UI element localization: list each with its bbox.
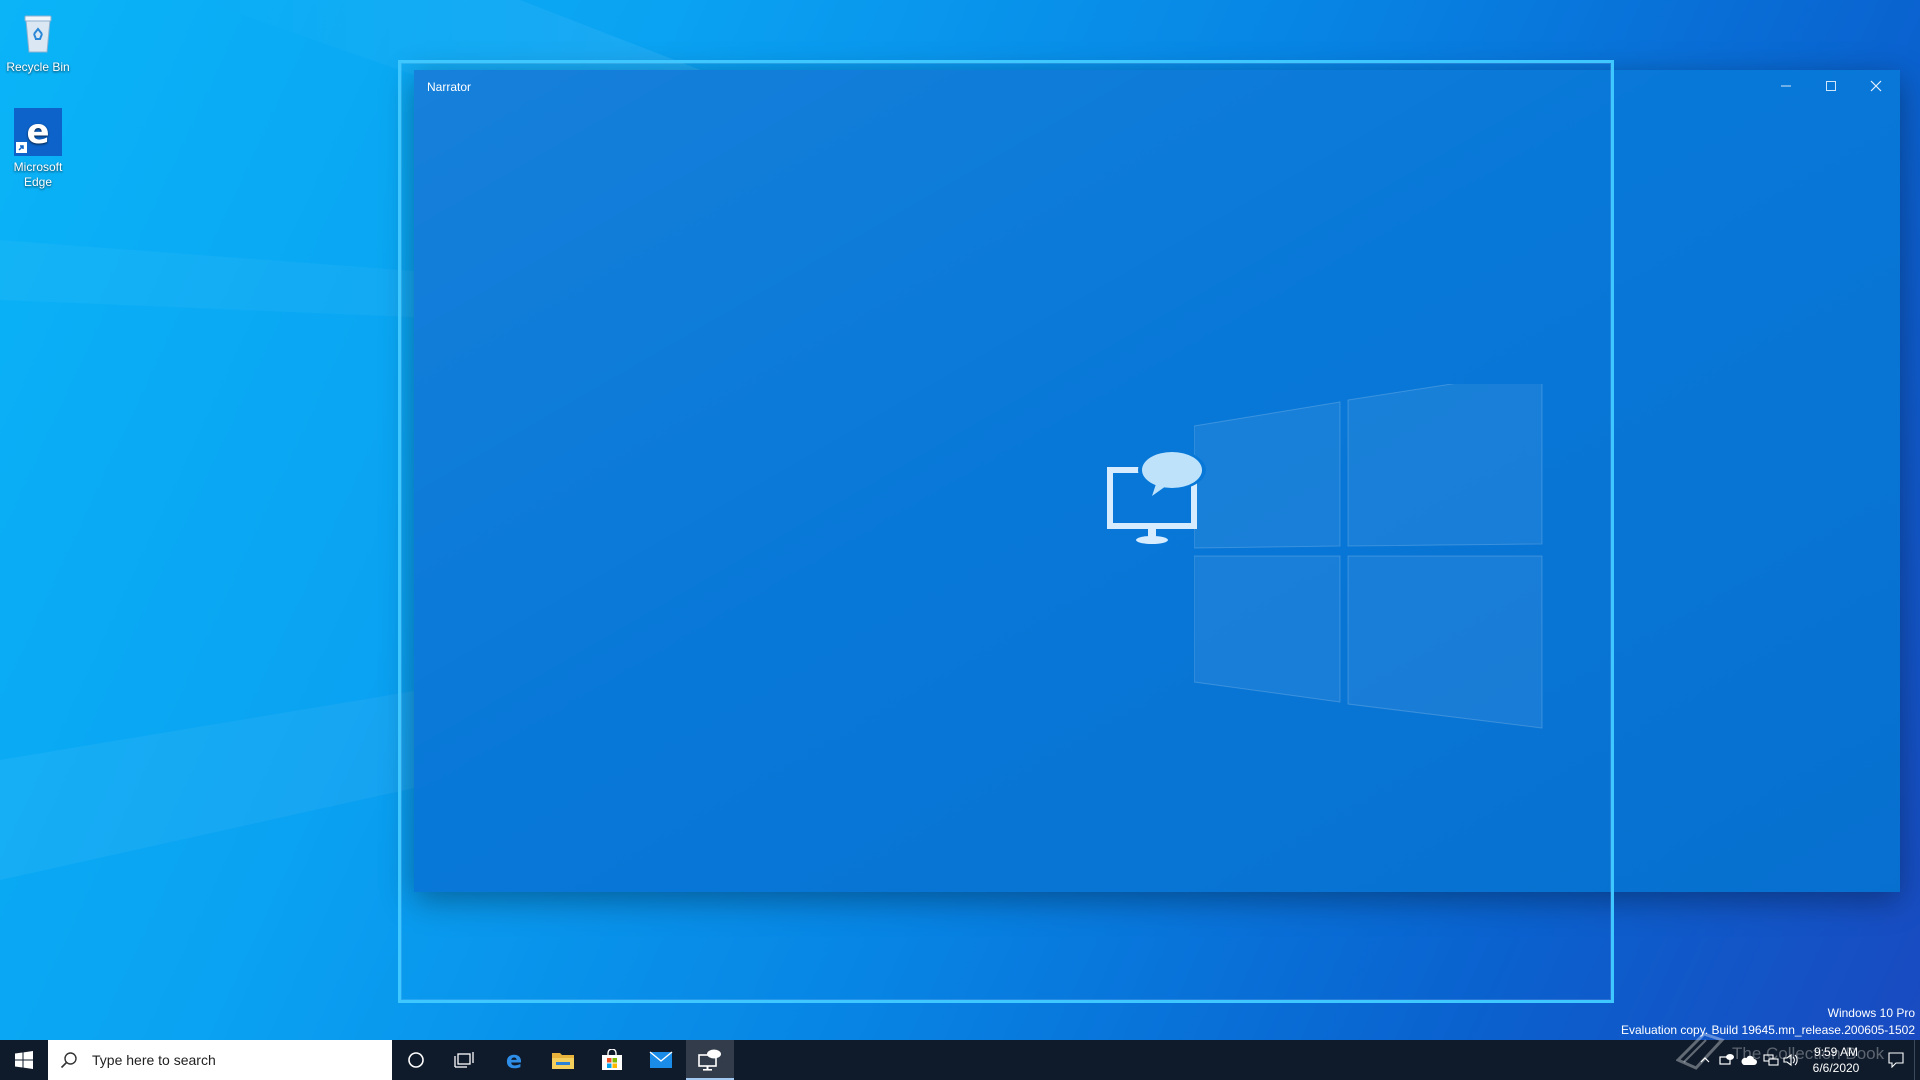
- desktop-icon-edge[interactable]: e Microsoft Edge: [1, 108, 75, 190]
- cortana-button[interactable]: [392, 1040, 440, 1080]
- network-icon: [1763, 1054, 1779, 1066]
- watermark-edition: Windows 10 Pro: [1827, 1006, 1915, 1020]
- task-view-button[interactable]: [440, 1040, 488, 1080]
- narrator-icon: [1719, 1054, 1734, 1065]
- svg-text:e: e: [506, 1048, 522, 1072]
- narrator-logo-icon: [1107, 450, 1206, 544]
- recycle-bin-icon: [14, 8, 62, 56]
- svg-text:e: e: [26, 112, 49, 152]
- taskbar-app-store[interactable]: [588, 1040, 636, 1080]
- desktop-icon-label: Recycle Bin: [6, 60, 70, 74]
- desktop-icon-label: Microsoft Edge: [13, 160, 63, 189]
- maximize-button[interactable]: [1808, 70, 1853, 102]
- narrator-window[interactable]: Narrator: [414, 70, 1900, 892]
- watermark-build: Evaluation copy. Build 19645.mn_release.…: [1621, 1023, 1915, 1037]
- search-placeholder: Type here to search: [92, 1052, 216, 1068]
- taskbar-app-mail[interactable]: [637, 1040, 685, 1080]
- edge-icon: e: [506, 1048, 522, 1072]
- cortana-circle-icon: [408, 1052, 424, 1068]
- taskbar-app-file-explorer[interactable]: [539, 1040, 587, 1080]
- minimize-icon: [1780, 85, 1791, 87]
- tray-clock[interactable]: 9:59 AM 6/6/2020: [1796, 1040, 1876, 1080]
- title-bar[interactable]: Narrator: [414, 70, 1900, 102]
- tray-onedrive-button[interactable]: [1738, 1040, 1760, 1080]
- maximize-icon: [1825, 81, 1836, 91]
- edge-icon: e: [14, 108, 62, 156]
- action-center-button[interactable]: [1876, 1040, 1916, 1080]
- close-button[interactable]: [1853, 70, 1898, 102]
- taskbar-app-edge[interactable]: e: [490, 1040, 538, 1080]
- windows-logo-watermark: [1194, 384, 1543, 729]
- tray-narrator-button[interactable]: [1716, 1040, 1738, 1080]
- search-box[interactable]: Type here to search: [48, 1040, 392, 1080]
- close-icon: [1870, 80, 1881, 92]
- start-button[interactable]: [0, 1040, 48, 1080]
- cloud-icon: [1741, 1055, 1757, 1065]
- taskbar: Type here to search e 9:59 AM 6/6/2020: [0, 1040, 1920, 1080]
- store-icon: [602, 1049, 622, 1070]
- clock-date: 6/6/2020: [1812, 1061, 1860, 1075]
- show-desktop-button[interactable]: [1914, 1040, 1920, 1080]
- notification-icon: [1888, 1052, 1904, 1068]
- window-title: Narrator: [427, 80, 472, 94]
- search-icon: [60, 1052, 77, 1069]
- tray-network-button[interactable]: [1760, 1040, 1782, 1080]
- narrator-icon: [698, 1049, 721, 1071]
- desktop: Recycle Bin e Microsoft Edge Narrator Wi…: [0, 0, 1920, 1080]
- mail-icon: [649, 1051, 673, 1068]
- taskbar-app-narrator[interactable]: [686, 1040, 734, 1080]
- folder-icon: [552, 1053, 574, 1069]
- chevron-up-icon: [1700, 1057, 1710, 1063]
- desktop-icon-recycle-bin[interactable]: Recycle Bin: [1, 8, 75, 75]
- windows-start-icon: [15, 1051, 33, 1069]
- tray-show-hidden-button[interactable]: [1694, 1040, 1716, 1080]
- windows-watermark: Windows 10 Pro Evaluation copy. Build 19…: [1621, 1005, 1915, 1039]
- minimize-button[interactable]: [1763, 70, 1808, 102]
- clock-time: 9:59 AM: [1813, 1045, 1859, 1059]
- task-view-icon: [454, 1052, 474, 1068]
